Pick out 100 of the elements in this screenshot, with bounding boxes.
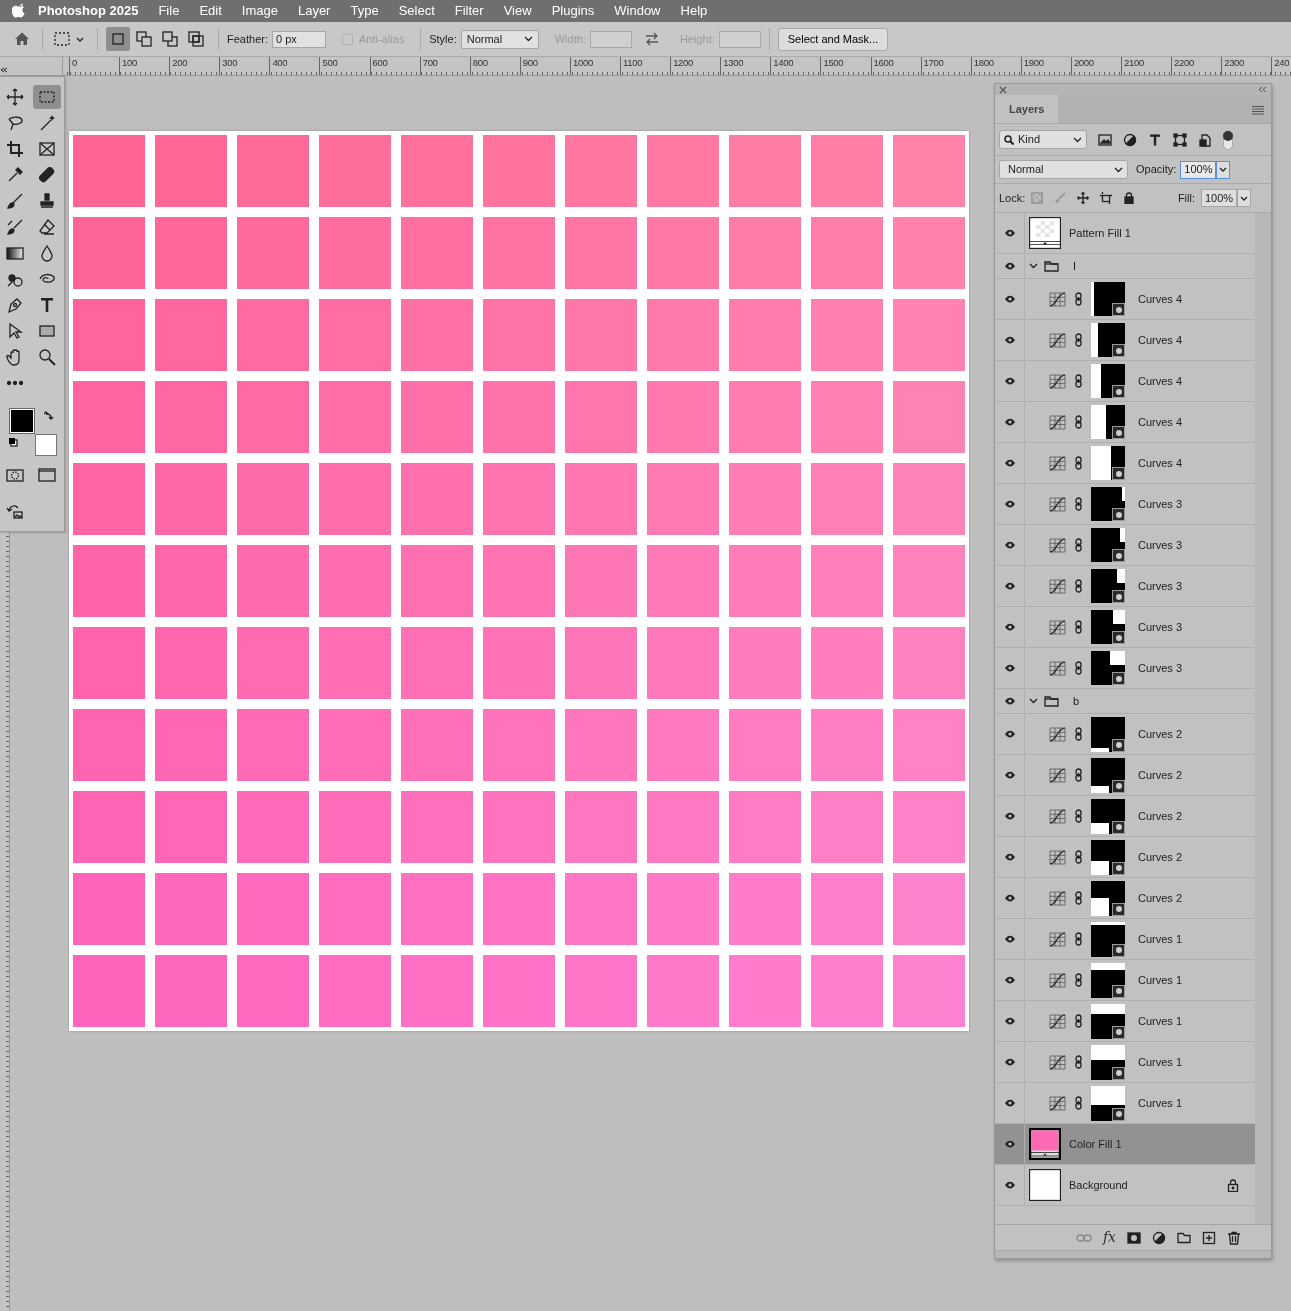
visibility-toggle[interactable] <box>1003 582 1016 590</box>
apple-logo-icon[interactable] <box>12 3 26 19</box>
mask-thumbnail[interactable] <box>1091 282 1125 316</box>
default-colors-icon[interactable] <box>8 437 18 447</box>
layer-row[interactable]: Curves 2 <box>995 878 1255 919</box>
visibility-toggle[interactable] <box>1003 459 1016 467</box>
background-color-swatch[interactable] <box>35 434 57 456</box>
chain-link-icon[interactable] <box>1075 768 1082 782</box>
collapse-icon[interactable] <box>1258 86 1267 93</box>
layer-row[interactable]: Curves 2 <box>995 837 1255 878</box>
shape-filter-icon[interactable] <box>1173 132 1187 147</box>
mask-thumbnail[interactable] <box>1091 716 1125 752</box>
height-field[interactable] <box>718 30 761 48</box>
menu-item[interactable]: Layer <box>287 1 341 21</box>
visibility-toggle[interactable] <box>1003 935 1016 943</box>
mask-thumbnail[interactable] <box>1091 757 1125 793</box>
mask-thumbnail[interactable] <box>1091 798 1125 834</box>
visibility-toggle[interactable] <box>1003 976 1016 984</box>
layer-row[interactable]: Curves 3 <box>995 607 1255 648</box>
visibility-toggle[interactable] <box>1003 541 1016 549</box>
mask-thumbnail[interactable] <box>1091 651 1125 685</box>
chain-link-icon[interactable] <box>1075 661 1082 675</box>
menu-item[interactable]: Help <box>670 1 718 21</box>
artboard-lock-icon[interactable] <box>1100 192 1113 204</box>
chain-link-icon[interactable] <box>1075 538 1082 552</box>
layer-row[interactable]: Curves 4 <box>995 402 1255 443</box>
visibility-toggle[interactable] <box>1003 664 1016 672</box>
menu-item[interactable]: Window <box>604 1 671 21</box>
chevron-down-icon[interactable] <box>1029 263 1038 269</box>
layer-row[interactable]: Curves 3 <box>995 525 1255 566</box>
mask-thumbnail[interactable] <box>1091 962 1125 998</box>
layer-row[interactable]: b <box>995 689 1255 714</box>
layer-row[interactable]: Color Fill 1 <box>995 1124 1255 1165</box>
visibility-toggle[interactable] <box>1003 1099 1016 1107</box>
layer-row[interactable]: Curves 3 <box>995 648 1255 689</box>
layer-row[interactable]: Background <box>995 1165 1255 1206</box>
chain-link-icon[interactable] <box>1075 973 1082 987</box>
mask-thumbnail[interactable] <box>1091 610 1125 644</box>
mask-thumbnail[interactable] <box>1091 487 1125 521</box>
app-menu[interactable]: Photoshop 2025 <box>26 1 149 21</box>
menu-item[interactable]: Type <box>340 1 389 21</box>
visibility-toggle[interactable] <box>1003 1181 1016 1189</box>
mask-thumbnail[interactable] <box>1091 323 1125 357</box>
width-field[interactable] <box>589 30 632 48</box>
chain-link-icon[interactable] <box>1075 932 1082 946</box>
blend-mode-dropdown[interactable]: Normal <box>999 160 1128 179</box>
visibility-toggle[interactable] <box>1003 730 1016 738</box>
adjustment-icon[interactable] <box>1152 1230 1166 1245</box>
mask-thumbnail[interactable] <box>1091 880 1125 916</box>
feather-field[interactable]: 0 px <box>271 30 326 48</box>
style-dropdown[interactable]: Normal <box>460 29 539 49</box>
chain-link-icon[interactable] <box>1075 579 1082 593</box>
visibility-toggle[interactable] <box>1003 697 1016 705</box>
visibility-toggle[interactable] <box>1003 1017 1016 1025</box>
layer-row[interactable]: Curves 1 <box>995 960 1255 1001</box>
chevron-down-icon[interactable] <box>1029 698 1038 704</box>
menu-item[interactable]: Edit <box>189 1 232 21</box>
visibility-toggle[interactable] <box>1003 500 1016 508</box>
mask-thumbnail[interactable] <box>1091 921 1125 957</box>
menu-item[interactable]: Filter <box>444 1 494 21</box>
mask-thumbnail[interactable] <box>1091 446 1125 480</box>
layer-row[interactable]: I <box>995 254 1255 279</box>
folder-icon[interactable] <box>1177 1230 1191 1245</box>
mask-thumbnail[interactable] <box>1091 1003 1125 1039</box>
layer-style-button[interactable]: fx <box>1102 1227 1116 1248</box>
visibility-toggle[interactable] <box>1003 295 1016 303</box>
visibility-toggle[interactable] <box>1003 1140 1016 1148</box>
mask-thumbnail[interactable] <box>1091 364 1125 398</box>
chain-link-icon[interactable] <box>1075 809 1082 823</box>
visibility-toggle[interactable] <box>1003 771 1016 779</box>
padlock-icon[interactable] <box>1123 192 1136 204</box>
filter-type-dropdown[interactable]: Kind <box>999 130 1087 149</box>
filter-toggle[interactable] <box>1223 129 1233 150</box>
panel-tab[interactable]: Layers <box>995 95 1059 123</box>
type-filter-icon[interactable] <box>1148 132 1162 147</box>
mask-thumbnail[interactable] <box>1091 405 1125 439</box>
chain-link-icon[interactable] <box>1075 497 1082 511</box>
opacity-field[interactable]: 100% <box>1180 160 1217 179</box>
selection-mode-button[interactable] <box>106 27 130 51</box>
layer-row[interactable]: Curves 4 <box>995 320 1255 361</box>
visibility-toggle[interactable] <box>1003 262 1016 270</box>
visibility-toggle[interactable] <box>1003 812 1016 820</box>
chain-link-icon[interactable] <box>1075 292 1082 306</box>
layer-row[interactable]: Curves 1 <box>995 919 1255 960</box>
menu-item[interactable]: View <box>493 1 542 21</box>
new-layer-icon[interactable] <box>1202 1230 1216 1245</box>
mask-thumbnail[interactable] <box>1091 1085 1125 1121</box>
chain-link-icon[interactable] <box>1075 850 1082 864</box>
foreground-color-swatch[interactable] <box>10 409 34 433</box>
chain-link-icon[interactable] <box>1075 1014 1082 1028</box>
visibility-toggle[interactable] <box>1003 229 1016 237</box>
visibility-toggle[interactable] <box>1003 377 1016 385</box>
select-and-mask-button[interactable]: Select and Mask... <box>777 27 889 51</box>
visibility-toggle[interactable] <box>1003 418 1016 426</box>
layer-row[interactable]: Curves 4 <box>995 279 1255 320</box>
fill-dropdown-button[interactable] <box>1237 189 1251 207</box>
chain-link-icon[interactable] <box>1075 333 1082 347</box>
layer-row[interactable]: Curves 1 <box>995 1042 1255 1083</box>
move-icon[interactable] <box>1077 192 1090 204</box>
chain-link-icon[interactable] <box>1075 374 1082 388</box>
